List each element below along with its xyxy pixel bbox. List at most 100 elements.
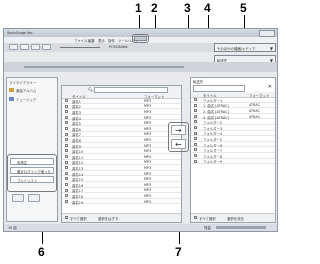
pool-label: POOLBANK (109, 45, 128, 49)
library-footer: すべて選択 選択をはずす (62, 213, 181, 222)
device-rows: フォルダー1 1. 曲名 [ATRAC] ATRAC 2. 曲名 [ATRAC] ATR… (191, 97, 275, 197)
row-format: MP3 (144, 104, 152, 109)
row-format: MP3 (144, 182, 152, 187)
row-checkbox[interactable] (65, 149, 68, 153)
device-panel: 転送先 ✕ タイトル フォーマット フォルダー1 1. 曲名 [ATRAC] ATR… (190, 77, 276, 223)
device-select-all-label: すべて選択 (199, 217, 216, 221)
option-playlist[interactable]: プレイリスト (10, 176, 54, 183)
volume-slider[interactable] (60, 47, 100, 48)
row-checkbox[interactable] (194, 159, 197, 163)
mode-button[interactable] (134, 36, 147, 41)
row-checkbox[interactable] (194, 109, 197, 113)
music-icon (9, 97, 14, 101)
table-row[interactable]: 曲名19 MP3 (62, 199, 181, 205)
row-checkbox[interactable] (194, 154, 197, 157)
row-checkbox[interactable] (65, 177, 68, 181)
seek-bar (4, 62, 277, 72)
option-label: プレイリスト (17, 179, 38, 183)
row-format: MP3 (144, 199, 152, 204)
search-icon[interactable]: 🔍︎ (88, 87, 93, 92)
library-item-music[interactable]: ミュージック (9, 96, 55, 103)
row-checkbox[interactable] (65, 171, 68, 175)
library-item-label: ミュージック (16, 98, 37, 102)
row-checkbox[interactable] (65, 121, 68, 125)
table-row[interactable]: フォルダー9 (191, 159, 275, 165)
transfer-right-button[interactable]: → (171, 125, 186, 135)
row-checkbox[interactable] (194, 137, 197, 141)
device-select-all-checkbox[interactable] (194, 216, 197, 219)
row-checkbox[interactable] (194, 142, 197, 146)
next-button[interactable] (42, 44, 51, 50)
status-left: 19 曲 (8, 226, 17, 230)
row-format: MP3 (144, 154, 152, 159)
callout-3: 3 (184, 1, 191, 15)
arrow-left-icon: ← (175, 140, 182, 149)
progress-track[interactable] (24, 66, 184, 68)
row-format: MP3 (144, 143, 152, 148)
option-label: 最近ログインで使った (17, 170, 51, 174)
row-checkbox[interactable] (65, 115, 68, 119)
row-checkbox[interactable] (65, 104, 68, 108)
row-checkbox[interactable] (194, 114, 197, 118)
callout-1: 1 (135, 1, 142, 15)
row-checkbox[interactable] (194, 126, 197, 129)
transfer-left-button[interactable]: ← (171, 139, 186, 149)
row-checkbox[interactable] (65, 110, 68, 114)
sidebar-button-b[interactable] (28, 194, 40, 202)
library-track-list: 🔍︎ タイトル フォーマット 曲名1 MP3 曲名2 MP3 曲名3 MP3 曲名4 MP3 曲… (61, 85, 182, 223)
prev-button[interactable] (31, 44, 40, 50)
row-checkbox[interactable] (65, 160, 68, 164)
row-format: MP3 (144, 177, 152, 182)
stop-button[interactable] (20, 44, 29, 50)
row-checkbox[interactable] (194, 131, 197, 135)
row-format: MP3 (144, 193, 152, 198)
row-checkbox[interactable] (65, 194, 68, 198)
option-unplayed[interactable]: 未再生 (10, 158, 54, 165)
row-checkbox[interactable] (194, 98, 197, 101)
window-controls[interactable] (259, 30, 275, 37)
row-format: MP3 (144, 160, 152, 165)
row-checkbox[interactable] (194, 103, 197, 107)
row-checkbox[interactable] (65, 132, 68, 136)
row-format: MP3 (144, 165, 152, 170)
dropdown-top-label: そのほかの機器/メディア (217, 47, 256, 51)
status-right: 残量 (204, 226, 211, 230)
chevron-down-icon: ▼ (269, 46, 273, 51)
callout-7: 7 (175, 245, 182, 259)
row-checkbox[interactable] (65, 188, 68, 192)
row-format: MP3 (144, 121, 152, 126)
device-select[interactable] (193, 85, 245, 92)
play-button[interactable] (9, 44, 18, 50)
row-checkbox[interactable] (65, 166, 68, 170)
select-all-checkbox[interactable] (65, 216, 68, 219)
folder-icon (9, 88, 14, 92)
deselect-label[interactable]: 選択をはずす (98, 216, 118, 221)
row-checkbox[interactable] (65, 199, 68, 203)
status-bar: 19 曲 残量 (4, 224, 277, 231)
row-checkbox[interactable] (65, 183, 68, 186)
row-title: フォルダー9 (203, 160, 223, 165)
callout-5: 5 (240, 1, 247, 15)
library-item-album[interactable]: 楽曲アルバム (9, 87, 55, 94)
device-dropdown-top[interactable]: そのほかの機器/メディア ▼ (214, 43, 276, 52)
row-checkbox[interactable] (65, 155, 68, 158)
row-checkbox[interactable] (65, 143, 68, 147)
device-clear-label[interactable]: 選択を消去 (227, 216, 244, 221)
row-format: MP3 (144, 188, 152, 193)
sidebar-button-a[interactable] (12, 194, 24, 202)
row-checkbox[interactable] (65, 99, 68, 102)
row-checkbox[interactable] (65, 127, 68, 130)
close-icon[interactable]: ✕ (268, 84, 272, 90)
row-checkbox[interactable] (65, 138, 68, 142)
row-format: MP3 (144, 171, 152, 176)
window-title: SonicStage Ver... (7, 31, 36, 35)
row-title: 曲名19 (72, 200, 84, 205)
option-label: 未再生 (17, 161, 28, 165)
option-recent[interactable]: 最近ログインで使った (10, 167, 54, 174)
row-format: MP3 (144, 126, 152, 131)
library-rows: 曲名1 MP3 曲名2 MP3 曲名3 MP3 曲名4 MP3 曲名5 MP3 曲名6 MP3 曲名7 M… (62, 98, 181, 206)
row-checkbox[interactable] (194, 120, 197, 124)
row-format: ATRAC (249, 103, 260, 108)
library-item-label: 楽曲アルバム (16, 89, 37, 93)
row-checkbox[interactable] (194, 148, 197, 152)
